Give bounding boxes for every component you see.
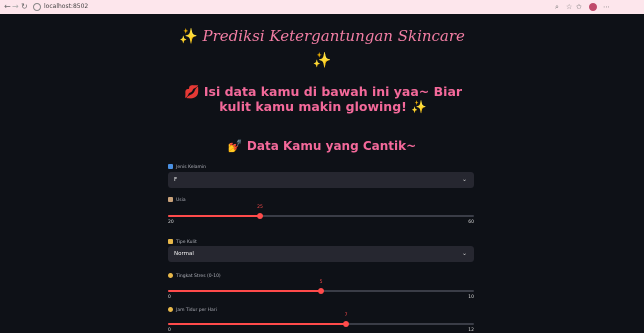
sleep-slider-fill: [168, 323, 346, 325]
age-slider-max: 60: [468, 220, 474, 225]
cake-icon: [168, 197, 173, 202]
sleep-slider[interactable]: 7 0 12: [168, 313, 474, 333]
stress-slider-thumb[interactable]: [318, 288, 324, 294]
page-subtitle: 💋 Isi data kamu di bawah ini yaa~ Biar k…: [183, 84, 463, 114]
stress-slider-fill: [168, 290, 321, 292]
site-info-icon[interactable]: [33, 2, 41, 11]
stress-slider-value: 5: [319, 280, 323, 285]
age-label: Usia: [168, 197, 186, 204]
age-slider-value: 25: [257, 205, 263, 210]
chevron-down-icon: ⌄: [461, 250, 467, 257]
skin-type-label: Tipe Kulit: [168, 239, 197, 246]
section-heading: 💅 Data Kamu yang Cantik~: [227, 139, 417, 153]
more-menu-icon[interactable]: ⋯: [603, 2, 610, 12]
back-arrow-icon[interactable]: ←: [4, 2, 11, 12]
skin-type-select[interactable]: Normal ⌄: [168, 246, 474, 262]
url-text: localhost:8502: [44, 3, 89, 10]
sleep-slider-thumb[interactable]: [343, 321, 349, 327]
title-sparkle-line: ✨: [0, 51, 644, 69]
gender-select-value: F: [174, 177, 178, 183]
zoom-icon[interactable]: ⌕: [555, 2, 559, 12]
skin-type-select-value: Normal: [174, 251, 194, 257]
sleep-slider-max: 12: [468, 328, 474, 333]
face-icon: [168, 273, 173, 278]
skin-icon: [168, 239, 173, 244]
age-slider[interactable]: 25 20 60: [168, 205, 474, 225]
sleepy-face-icon: [168, 307, 173, 312]
page-title: ✨ Prediksi Ketergantungan Skincare: [0, 27, 644, 45]
age-slider-thumb[interactable]: [257, 213, 263, 219]
gender-select[interactable]: F ⌄: [168, 172, 474, 188]
sparkle-icon: ✨: [179, 27, 198, 45]
gender-symbol-icon: [168, 164, 173, 169]
reload-icon[interactable]: ↻: [21, 2, 28, 12]
page-title-text: Prediksi Ketergantungan Skincare: [202, 27, 465, 45]
app-page: ✨ Prediksi Ketergantungan Skincare ✨ 💋 I…: [0, 14, 644, 333]
age-label-text: Usia: [176, 198, 186, 203]
browser-toolbar: ← → ↻ localhost:8502 ⌕ ☆ ✩ ⋯: [0, 0, 644, 14]
stress-label-text: Tingkat Stres (0-10): [176, 274, 221, 279]
forward-arrow-icon[interactable]: →: [12, 2, 19, 12]
bookmark-star-icon[interactable]: ☆: [566, 2, 572, 12]
stress-label: Tingkat Stres (0-10): [168, 273, 221, 280]
sparkle-icon: ✨: [312, 51, 332, 69]
gender-label: Jenis Kelamin: [168, 164, 206, 171]
skin-type-label-text: Tipe Kulit: [176, 240, 197, 245]
stress-slider-min: 0: [168, 295, 171, 300]
favorites-icon[interactable]: ✩: [576, 2, 582, 12]
stress-slider[interactable]: 5 0 10: [168, 280, 474, 300]
stress-slider-max: 10: [468, 295, 474, 300]
sleep-slider-min: 0: [168, 328, 171, 333]
age-slider-fill: [168, 215, 260, 217]
profile-avatar[interactable]: [589, 3, 597, 11]
sleep-slider-value: 7: [344, 313, 348, 318]
age-slider-min: 20: [168, 220, 174, 225]
address-bar[interactable]: localhost:8502: [33, 2, 553, 12]
chevron-down-icon: ⌄: [461, 176, 467, 183]
gender-label-text: Jenis Kelamin: [176, 165, 206, 170]
